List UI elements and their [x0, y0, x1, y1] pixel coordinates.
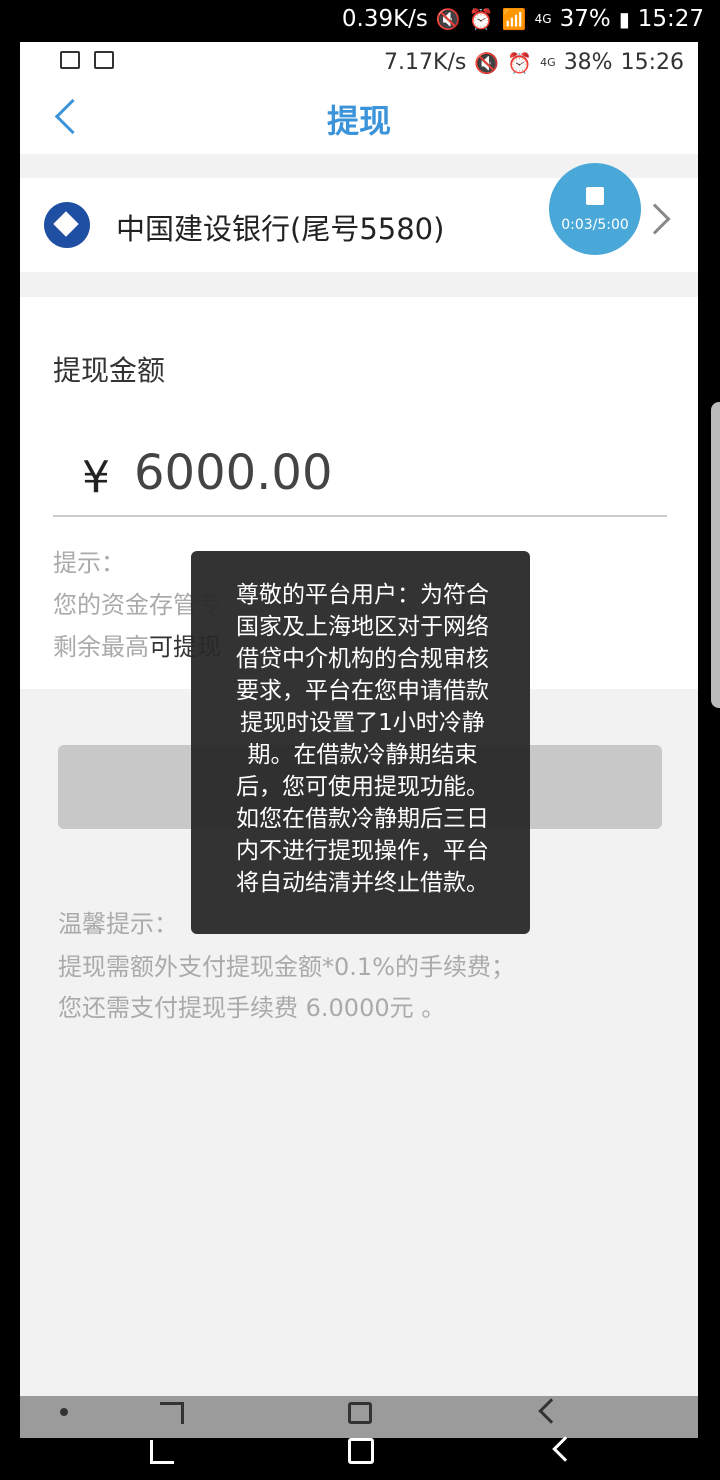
screenshot-icon — [60, 51, 80, 69]
clock: 15:27 — [637, 6, 704, 32]
bank-name: 中国建设银行(尾号5580) — [116, 212, 445, 246]
mute-icon: 🔇 — [435, 7, 461, 31]
page-title: 提现 — [326, 102, 391, 140]
home-icon[interactable] — [348, 1438, 374, 1464]
alarm-icon: ⏰ — [468, 7, 494, 31]
inner-mute-icon: 🔇 — [474, 50, 500, 75]
tip-max-prefix: 剩余最高 — [53, 633, 149, 661]
amount-input[interactable] — [134, 442, 634, 504]
outer-status-bar: 0.39K/s 🔇 ⏰ 📶 4G 37% ▮ 15:27 — [0, 0, 720, 42]
inner-back-icon — [538, 1398, 564, 1424]
chevron-right-icon — [639, 203, 671, 235]
battery-icon: ▮ — [618, 7, 630, 31]
input-underline — [53, 515, 667, 517]
image-icon — [94, 51, 114, 69]
inner-navigation-bar — [20, 1396, 698, 1438]
warm-tip-label: 温馨提示： — [58, 910, 178, 938]
currency-symbol: ¥ — [82, 452, 110, 503]
amount-label: 提现金额 — [53, 354, 166, 387]
recent-apps-icon[interactable] — [150, 1440, 174, 1464]
wifi-icon: 📶 — [501, 7, 527, 31]
tip-label: 提示： — [53, 549, 125, 577]
inner-clock: 15:26 — [620, 50, 684, 75]
network-type: 4G — [534, 12, 552, 26]
cooling-period-toast: 尊敬的平台用户：为符合国家及上海地区对于网络借贷中介机构的合规审核要求，平台在您… — [191, 551, 530, 934]
inner-status-bar: 7.17K/s 🔇 ⏰ 4G 38% 15:26 — [20, 42, 698, 86]
network-speed: 0.39K/s — [341, 6, 428, 32]
back-nav-icon[interactable] — [552, 1436, 578, 1462]
stop-icon — [586, 187, 604, 205]
inner-network-speed: 7.17K/s — [384, 50, 467, 75]
inner-alarm-icon: ⏰ — [507, 50, 533, 75]
nav-dot-icon — [60, 1408, 68, 1416]
ccb-logo-icon — [44, 202, 90, 248]
warm-tip-fee-rate: 提现需额外支付提现金额*0.1%的手续费； — [58, 953, 515, 981]
battery-level: 37% — [559, 6, 611, 32]
inner-recent-apps-icon — [160, 1402, 184, 1424]
inner-battery-level: 38% — [563, 50, 613, 75]
recorder-time: 0:03/5:00 — [561, 217, 629, 233]
warm-tip-fee-amount: 您还需支付提现手续费 6.0000元 。 — [58, 994, 446, 1022]
navigation-bar — [0, 1436, 720, 1480]
screen-recorder-button[interactable]: 0:03/5:00 — [549, 163, 641, 255]
inner-home-icon — [348, 1402, 372, 1424]
nav-header: 提现 — [20, 86, 698, 154]
inner-network-type: 4G — [540, 56, 556, 69]
app-screen: 7.17K/s 🔇 ⏰ 4G 38% 15:26 提现 中国建设银行(尾号558… — [20, 42, 698, 1438]
edge-panel-handle[interactable] — [711, 402, 720, 708]
